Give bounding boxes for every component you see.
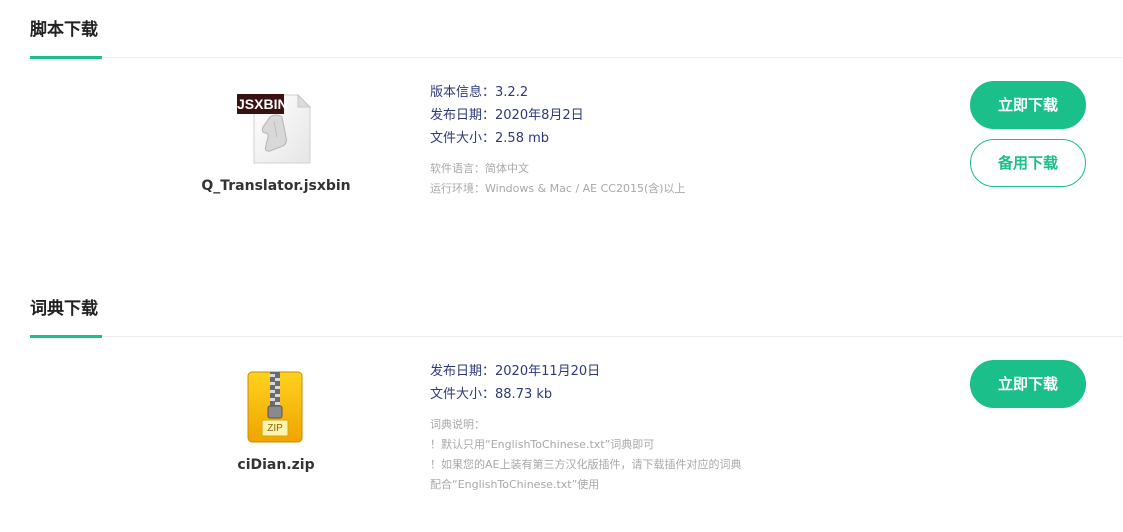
file-size-info: 文件大小：88.73 kb — [430, 385, 552, 405]
script-download-section: 脚本下载 JSXBIN Q_Translator.jsxbin 版本信息：3.2… — [0, 0, 1123, 260]
version-label: 版本信息： — [430, 85, 496, 100]
release-date-label: 发布日期： — [430, 108, 496, 123]
dictionary-note-2: ！如果您的AE上装有第三方汉化版插件，请下载插件对应的词典 — [430, 458, 742, 471]
script-file-name: Q_Translator.jsxbin — [201, 178, 351, 194]
jsxbin-badge-label: JSXBIN — [237, 96, 288, 112]
environment-label: 运行环境： — [430, 182, 485, 195]
version-value: 3.2.2 — [495, 85, 529, 100]
file-size-info: 文件大小：2.58 mb — [430, 129, 549, 149]
title-underline — [30, 56, 102, 59]
dictionary-file-name: ciDian.zip — [237, 457, 315, 473]
release-date-info: 发布日期：2020年11月20日 — [430, 362, 600, 382]
file-size-value: 88.73 kb — [495, 387, 553, 402]
section-header: 脚本下载 — [30, 0, 1123, 59]
environment-value: Windows & Mac / AE CC2015(含)以上 — [485, 182, 686, 195]
language-value: 简体中文 — [485, 162, 529, 175]
dictionary-note-title: 词典说明： — [430, 418, 485, 431]
release-date-info: 发布日期：2020年8月2日 — [430, 106, 584, 126]
script-backup-download-button[interactable]: 备用下载 — [970, 139, 1086, 187]
language-label: 软件语言： — [430, 162, 485, 175]
dictionary-download-section: 词典下载 ZIP ciDian.zip 发布日期：2020年11月20日 文件大… — [0, 279, 1123, 532]
dictionary-note-1: ！默认只用“EnglishToChinese.txt”词典即可 — [430, 438, 655, 451]
section-title: 词典下载 — [30, 299, 98, 319]
title-underline — [30, 335, 102, 338]
file-size-label: 文件大小： — [430, 387, 496, 402]
zip-file-icon: ZIP — [246, 370, 304, 444]
release-date-value: 2020年8月2日 — [495, 108, 584, 123]
dictionary-note-3: 配合“EnglishToChinese.txt”使用 — [430, 478, 600, 491]
zip-badge-label: ZIP — [267, 423, 283, 434]
version-info: 版本信息：3.2.2 — [430, 83, 528, 103]
jsxbin-file-icon: JSXBIN — [236, 91, 314, 165]
software-language: 软件语言：简体中文 — [430, 160, 529, 178]
section-title: 脚本下载 — [30, 20, 98, 40]
file-size-label: 文件大小： — [430, 131, 496, 146]
release-date-label: 发布日期： — [430, 364, 496, 379]
release-date-value: 2020年11月20日 — [495, 364, 601, 379]
dictionary-download-button[interactable]: 立即下载 — [970, 360, 1086, 408]
file-size-value: 2.58 mb — [495, 131, 550, 146]
script-download-button[interactable]: 立即下载 — [970, 81, 1086, 129]
section-header: 词典下载 — [30, 279, 1123, 338]
runtime-environment: 运行环境：Windows & Mac / AE CC2015(含)以上 — [430, 180, 686, 198]
